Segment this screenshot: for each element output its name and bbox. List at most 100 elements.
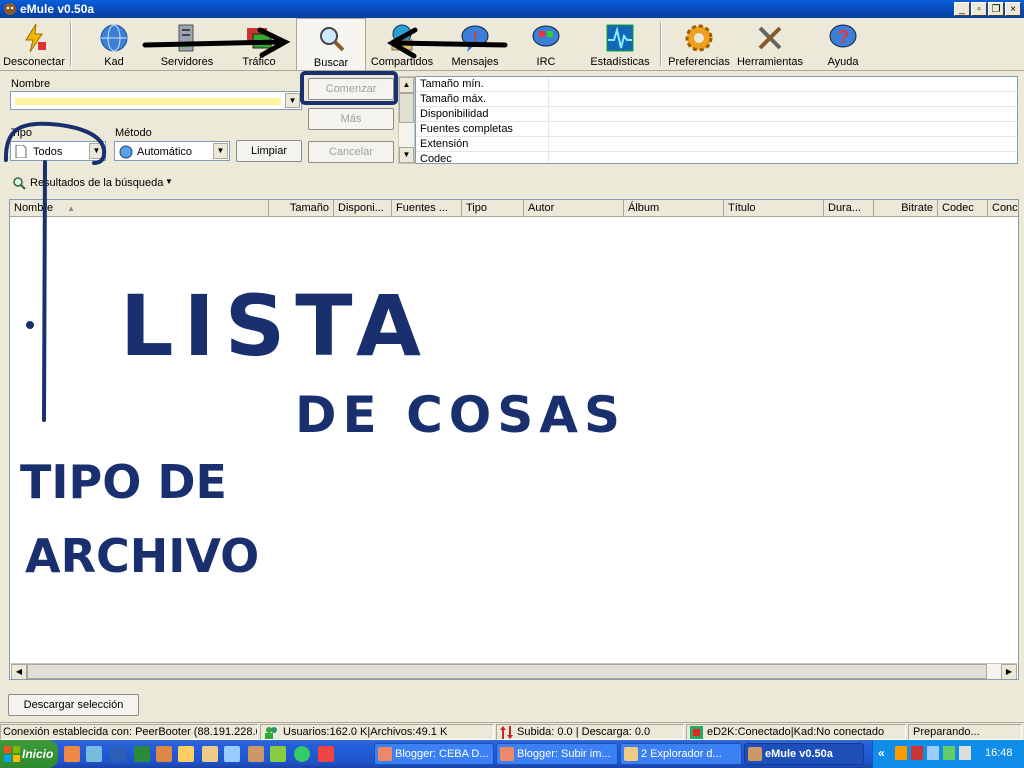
param-row[interactable]: Tamaño máx. [416, 92, 1017, 107]
toolbar-disconnect[interactable]: Desconectar [0, 18, 68, 70]
maximize-button[interactable]: ▫ [971, 2, 987, 16]
results-list[interactable]: Nombre ▲ Tamaño Disponi... Fuentes ... Ti… [9, 199, 1019, 680]
status-transfer: Subida: 0.0 | Descarga: 0.0 [496, 724, 684, 740]
start-search-button[interactable]: Comenzar [308, 78, 394, 100]
scroll-thumb[interactable] [27, 664, 987, 679]
tray-app-icon[interactable] [895, 746, 907, 760]
column-header-bitrate[interactable]: Bitrate [874, 200, 938, 217]
method-select[interactable]: Automático ▼ [114, 141, 230, 161]
column-header-type[interactable]: Tipo [462, 200, 524, 217]
emule-quick-icon[interactable] [248, 746, 264, 762]
minimize-button[interactable]: _ [954, 2, 970, 16]
toolbar-search[interactable]: Buscar [296, 18, 366, 70]
folder-icon[interactable] [202, 746, 218, 762]
tray-app-icon[interactable] [911, 746, 923, 760]
param-row[interactable]: Disponibilidad [416, 107, 1017, 122]
results-tab[interactable]: Resultados de la búsqueda ▼ [0, 172, 1024, 196]
restore-button[interactable]: ❐ [988, 2, 1004, 16]
toolbar-traffic[interactable]: Tráfico [226, 18, 292, 70]
scroll-up-icon[interactable]: ▲ [399, 77, 414, 93]
column-header-name[interactable]: Nombre ▲ [10, 200, 269, 217]
param-row[interactable]: Tamaño mín. [416, 77, 1017, 92]
excel-icon[interactable] [134, 746, 150, 762]
chevron-down-icon[interactable]: ▼ [89, 143, 104, 159]
column-header-availability[interactable]: Disponi... [334, 200, 392, 217]
media-icon[interactable] [270, 746, 286, 762]
column-header-album[interactable]: Álbum [624, 200, 724, 217]
volume-icon[interactable] [959, 746, 971, 760]
chevron-down-icon[interactable]: ▼ [213, 143, 228, 159]
param-row[interactable]: Extensión [416, 137, 1017, 152]
chevron-down-icon[interactable]: ▼ [285, 93, 300, 108]
network-tray-icon[interactable] [943, 746, 955, 760]
messenger-icon[interactable] [224, 746, 240, 762]
globe-icon [100, 24, 128, 52]
svg-text:!: ! [473, 28, 478, 44]
outlook-icon[interactable] [178, 746, 194, 762]
word-icon[interactable] [110, 746, 126, 762]
toolbar-preferences[interactable]: Preferencias [664, 18, 734, 70]
lightning-disconnect-icon [25, 23, 46, 53]
picasa-icon[interactable] [318, 746, 334, 762]
window-title: eMule v0.50a [20, 2, 95, 16]
emule-app-icon [4, 3, 16, 15]
column-header-codec[interactable]: Codec [938, 200, 988, 217]
scroll-right-icon[interactable]: ▶ [1001, 664, 1017, 679]
column-header-size[interactable]: Tamaño [269, 200, 334, 217]
start-button[interactable]: Inicio [0, 740, 58, 768]
column-header-concluded[interactable]: Conc [988, 200, 1018, 217]
svg-text:?: ? [838, 27, 849, 47]
download-selection-button[interactable]: Descargar selección [8, 694, 139, 716]
help-icon: ? [829, 24, 857, 48]
tray-expand-icon[interactable]: « [878, 746, 885, 760]
type-select[interactable]: Todos ▼ [10, 141, 106, 161]
toolbar-servers[interactable]: Servidores [150, 18, 224, 70]
explorer-icon[interactable] [86, 746, 102, 762]
toolbar-messages[interactable]: ! Mensajes [440, 18, 510, 70]
users-icon [265, 727, 277, 739]
task-explorer[interactable]: 2 Explorador d... [620, 743, 742, 765]
column-header-author[interactable]: Autor [524, 200, 624, 217]
chrome-icon[interactable] [64, 746, 80, 762]
toolbar-kad[interactable]: Kad [82, 18, 146, 70]
chevron-down-icon[interactable]: ▼ [165, 177, 173, 186]
toolbar-statistics[interactable]: Estadísticas [582, 18, 658, 70]
clear-button[interactable]: Limpiar [236, 140, 302, 162]
column-header-sources[interactable]: Fuentes ... [392, 200, 462, 217]
task-blogger-upload[interactable]: Blogger: Subir im... [496, 743, 618, 765]
task-blogger-ceba[interactable]: Blogger: CEBA D... [374, 743, 494, 765]
more-button[interactable]: Más [308, 108, 394, 130]
scroll-down-icon[interactable]: ▼ [399, 147, 414, 163]
horizontal-scrollbar[interactable]: ◀ ▶ [11, 663, 1017, 679]
toolbar-separator [660, 22, 662, 66]
search-name-input[interactable]: ▼ [10, 91, 302, 110]
cancel-button[interactable]: Cancelar [308, 141, 394, 163]
param-row[interactable]: Codec [416, 152, 1017, 163]
scroll-thumb[interactable] [399, 93, 414, 123]
type-label: Tipo [11, 127, 32, 139]
network-status-icon [690, 726, 703, 739]
shared-files-icon [391, 24, 413, 51]
close-button[interactable]: × [1005, 2, 1021, 16]
task-emule[interactable]: eMule v0.50a [744, 743, 864, 765]
powerpoint-icon[interactable] [156, 746, 172, 762]
column-header-duration[interactable]: Dura... [824, 200, 874, 217]
toolbar-tools[interactable]: Herramientas [736, 18, 804, 70]
statistics-pulse-icon [606, 24, 634, 52]
toolbar-irc[interactable]: IRC [514, 18, 578, 70]
toolbar-help[interactable]: ? Ayuda [812, 18, 874, 70]
firefox-icon [500, 747, 514, 761]
param-row[interactable]: Fuentes completas [416, 122, 1017, 137]
gear-icon [685, 24, 713, 52]
params-scrollbar[interactable]: ▲ ▼ [398, 76, 415, 164]
spotify-icon[interactable] [294, 746, 310, 762]
column-header-title[interactable]: Título [724, 200, 824, 217]
wifi-icon[interactable] [927, 746, 939, 760]
server-icon [178, 24, 194, 52]
title-bar: eMule v0.50a _ ▫ ❐ × [0, 0, 1024, 18]
toolbar-shared[interactable]: Compartidos [368, 18, 436, 70]
status-state: Preparando... [908, 724, 1022, 740]
status-connection: Conexión establecida con: PeerBooter (88… [0, 724, 258, 740]
scroll-left-icon[interactable]: ◀ [11, 664, 27, 679]
main-toolbar: Desconectar Kad Servidores Tráfico Busca… [0, 18, 1024, 71]
